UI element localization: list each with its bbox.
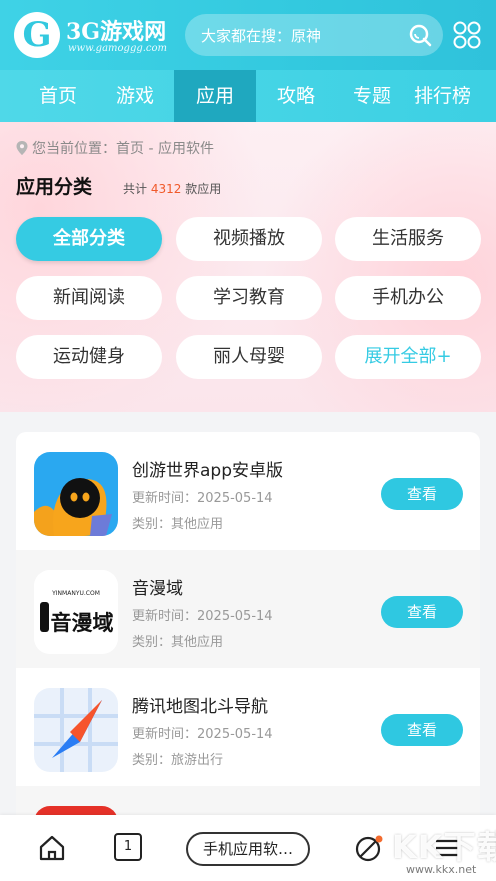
app-update-time: 更新时间：2025-05-14 [132, 727, 273, 742]
search-input[interactable]: 大家都在搜：原神 [201, 25, 321, 46]
nav-guides[interactable]: 攻略 [256, 70, 336, 122]
nav-rankings[interactable]: 排行榜 [414, 70, 496, 122]
grid-menu-icon[interactable] [452, 20, 482, 50]
chip-all[interactable]: 全部分类 [16, 217, 162, 261]
tencent-map-icon[interactable] [34, 688, 118, 772]
chip-office[interactable]: 手机办公 [335, 276, 481, 320]
top-header: G 3G游戏网 www.gamoggg.com 大家都在搜：原神 [0, 0, 496, 70]
app-name[interactable]: 创游世界app安卓版 [132, 456, 283, 481]
view-button[interactable]: 查看 [381, 478, 463, 510]
nav-topics[interactable]: 专题 [334, 70, 410, 122]
app-name[interactable]: 音漫域 [132, 574, 183, 599]
chuangyou-icon[interactable] [34, 452, 118, 536]
page-title-pill[interactable]: 手机应用软… [186, 832, 310, 866]
kkx-watermark: KK下载 www.kkx.net [382, 818, 496, 881]
nav-apps[interactable]: 应用 [174, 70, 256, 122]
chip-education[interactable]: 学习教育 [176, 276, 322, 320]
location-pin-icon [16, 141, 28, 155]
yinmanyu-icon[interactable]: YINMANYU.COM 音漫域 [34, 570, 118, 654]
watermark-url: www.kkx.net [406, 863, 477, 876]
compass-icon[interactable] [354, 833, 384, 863]
category-title-text: 应用分类 [16, 176, 93, 198]
app-category: 类别：其他应用 [132, 635, 224, 650]
app-update-time: 更新时间：2025-05-14 [132, 609, 273, 624]
chip-news[interactable]: 新闻阅读 [16, 276, 162, 320]
app-name[interactable]: 腾讯地图北斗导航 [132, 692, 268, 717]
list-item[interactable]: 创游世界app安卓版 更新时间：2025-05-14 类别：其他应用 查看 [16, 432, 480, 550]
logo-mark: G [14, 12, 60, 58]
logo-url: www.gamoggg.com [68, 43, 168, 54]
yinmanyu-logo-small: YINMANYU.COM [51, 590, 100, 597]
list-item[interactable]: YINMANYU.COM 音漫域 音漫域 更新时间：2025-05-14 类别：… [16, 550, 480, 668]
count-suffix: 款应用 [185, 182, 222, 196]
chip-video[interactable]: 视频播放 [176, 217, 322, 261]
app-list: 创游世界app安卓版 更新时间：2025-05-14 类别：其他应用 查看 YI… [16, 432, 480, 832]
watermark-text: KK下载 [392, 828, 496, 866]
app-update-time: 更新时间：2025-05-14 [132, 491, 273, 506]
search-icon[interactable] [407, 22, 433, 48]
nav-home[interactable]: 首页 [18, 70, 98, 122]
count-number: 4312 [150, 182, 182, 196]
view-button[interactable]: 查看 [381, 714, 463, 746]
breadcrumb: 您当前位置：首页 - 应用软件 [16, 138, 214, 158]
home-icon[interactable] [37, 833, 67, 863]
main-nav: 首页 游戏 应用 攻略 专题 排行榜 [0, 70, 496, 122]
chip-maternity[interactable]: 丽人母婴 [176, 335, 322, 379]
list-item[interactable]: 腾讯地图北斗导航 更新时间：2025-05-14 类别：旅游出行 查看 [16, 668, 480, 786]
app-category: 类别：其他应用 [132, 517, 224, 532]
yinmanyu-logo-text: 音漫域 [51, 611, 114, 635]
tabs-counter[interactable]: 1 [114, 833, 142, 861]
app-category: 类别：旅游出行 [132, 753, 224, 768]
count-prefix: 共计 [123, 182, 148, 196]
breadcrumb-text: 您当前位置：首页 - 应用软件 [32, 141, 214, 157]
logo-name: 3G游戏网 [66, 19, 167, 45]
site-logo[interactable]: G 3G游戏网 www.gamoggg.com [14, 12, 174, 58]
view-button[interactable]: 查看 [381, 596, 463, 628]
category-panel: 您当前位置：首页 - 应用软件 应用分类 共计 4312 款应用 全部分类 视频… [0, 122, 496, 412]
app-count: 共计 4312 款应用 [123, 180, 221, 197]
nav-games[interactable]: 游戏 [96, 70, 174, 122]
chip-expand-all[interactable]: 展开全部+ [335, 335, 481, 379]
search-bar[interactable]: 大家都在搜：原神 [185, 14, 443, 56]
chip-fitness[interactable]: 运动健身 [16, 335, 162, 379]
category-title: 应用分类 [16, 172, 114, 199]
chip-life[interactable]: 生活服务 [335, 217, 481, 261]
